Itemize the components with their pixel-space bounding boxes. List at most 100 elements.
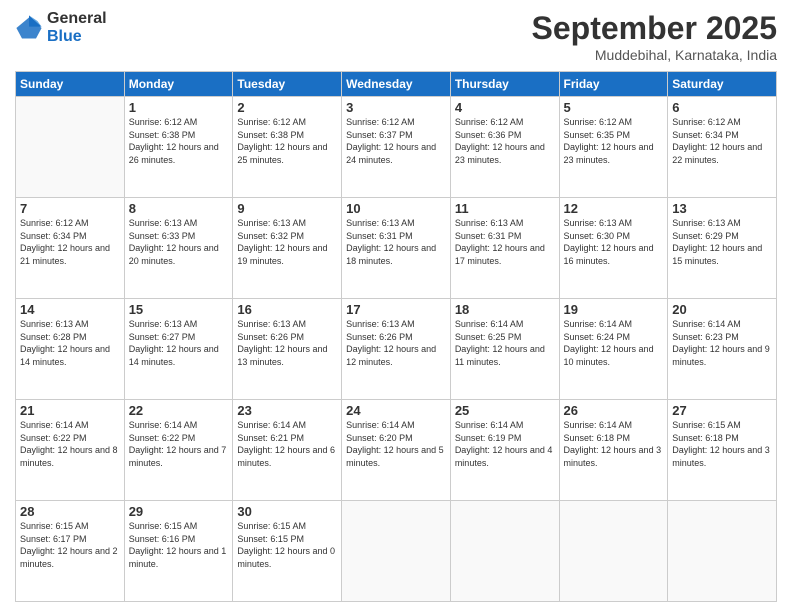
day-number: 16 [237, 302, 337, 317]
day-number: 12 [564, 201, 664, 216]
day-number: 7 [20, 201, 120, 216]
day-number: 9 [237, 201, 337, 216]
table-cell: 19Sunrise: 6:14 AMSunset: 6:24 PMDayligh… [559, 299, 668, 400]
logo-blue-text: Blue [47, 28, 107, 46]
table-cell: 3Sunrise: 6:12 AMSunset: 6:37 PMDaylight… [342, 97, 451, 198]
day-info: Sunrise: 6:14 AMSunset: 6:18 PMDaylight:… [564, 419, 664, 469]
table-cell: 21Sunrise: 6:14 AMSunset: 6:22 PMDayligh… [16, 400, 125, 501]
day-info: Sunrise: 6:15 AMSunset: 6:18 PMDaylight:… [672, 419, 772, 469]
table-cell: 9Sunrise: 6:13 AMSunset: 6:32 PMDaylight… [233, 198, 342, 299]
day-info: Sunrise: 6:12 AMSunset: 6:38 PMDaylight:… [237, 116, 337, 166]
table-cell: 5Sunrise: 6:12 AMSunset: 6:35 PMDaylight… [559, 97, 668, 198]
logo-general-text: General [47, 10, 107, 28]
table-cell: 8Sunrise: 6:13 AMSunset: 6:33 PMDaylight… [124, 198, 233, 299]
day-info: Sunrise: 6:13 AMSunset: 6:31 PMDaylight:… [455, 217, 555, 267]
day-number: 21 [20, 403, 120, 418]
day-info: Sunrise: 6:14 AMSunset: 6:22 PMDaylight:… [20, 419, 120, 469]
day-info: Sunrise: 6:13 AMSunset: 6:29 PMDaylight:… [672, 217, 772, 267]
day-info: Sunrise: 6:14 AMSunset: 6:24 PMDaylight:… [564, 318, 664, 368]
day-info: Sunrise: 6:13 AMSunset: 6:30 PMDaylight:… [564, 217, 664, 267]
day-info: Sunrise: 6:12 AMSunset: 6:38 PMDaylight:… [129, 116, 229, 166]
day-number: 14 [20, 302, 120, 317]
day-number: 26 [564, 403, 664, 418]
table-cell: 22Sunrise: 6:14 AMSunset: 6:22 PMDayligh… [124, 400, 233, 501]
day-number: 13 [672, 201, 772, 216]
table-cell: 1Sunrise: 6:12 AMSunset: 6:38 PMDaylight… [124, 97, 233, 198]
location-text: Muddebihal, Karnataka, India [532, 47, 777, 63]
header-saturday: Saturday [668, 72, 777, 97]
week-row-2: 7Sunrise: 6:12 AMSunset: 6:34 PMDaylight… [16, 198, 777, 299]
day-number: 19 [564, 302, 664, 317]
week-row-3: 14Sunrise: 6:13 AMSunset: 6:28 PMDayligh… [16, 299, 777, 400]
day-info: Sunrise: 6:14 AMSunset: 6:23 PMDaylight:… [672, 318, 772, 368]
logo: General Blue [15, 10, 107, 45]
day-info: Sunrise: 6:12 AMSunset: 6:37 PMDaylight:… [346, 116, 446, 166]
day-info: Sunrise: 6:13 AMSunset: 6:31 PMDaylight:… [346, 217, 446, 267]
logo-text: General Blue [47, 10, 107, 45]
table-cell [16, 97, 125, 198]
day-info: Sunrise: 6:14 AMSunset: 6:25 PMDaylight:… [455, 318, 555, 368]
day-info: Sunrise: 6:14 AMSunset: 6:19 PMDaylight:… [455, 419, 555, 469]
table-cell: 23Sunrise: 6:14 AMSunset: 6:21 PMDayligh… [233, 400, 342, 501]
table-cell: 16Sunrise: 6:13 AMSunset: 6:26 PMDayligh… [233, 299, 342, 400]
header-sunday: Sunday [16, 72, 125, 97]
header-friday: Friday [559, 72, 668, 97]
calendar-table: Sunday Monday Tuesday Wednesday Thursday… [15, 71, 777, 602]
day-number: 5 [564, 100, 664, 115]
table-cell: 29Sunrise: 6:15 AMSunset: 6:16 PMDayligh… [124, 501, 233, 602]
table-cell [668, 501, 777, 602]
day-number: 25 [455, 403, 555, 418]
day-number: 1 [129, 100, 229, 115]
table-cell: 20Sunrise: 6:14 AMSunset: 6:23 PMDayligh… [668, 299, 777, 400]
table-cell: 2Sunrise: 6:12 AMSunset: 6:38 PMDaylight… [233, 97, 342, 198]
day-info: Sunrise: 6:13 AMSunset: 6:32 PMDaylight:… [237, 217, 337, 267]
table-cell [342, 501, 451, 602]
table-cell: 14Sunrise: 6:13 AMSunset: 6:28 PMDayligh… [16, 299, 125, 400]
table-cell: 18Sunrise: 6:14 AMSunset: 6:25 PMDayligh… [450, 299, 559, 400]
day-number: 11 [455, 201, 555, 216]
table-cell [559, 501, 668, 602]
logo-icon [15, 14, 43, 42]
day-info: Sunrise: 6:15 AMSunset: 6:16 PMDaylight:… [129, 520, 229, 570]
day-number: 10 [346, 201, 446, 216]
day-info: Sunrise: 6:13 AMSunset: 6:26 PMDaylight:… [237, 318, 337, 368]
week-row-1: 1Sunrise: 6:12 AMSunset: 6:38 PMDaylight… [16, 97, 777, 198]
day-number: 6 [672, 100, 772, 115]
weekday-header-row: Sunday Monday Tuesday Wednesday Thursday… [16, 72, 777, 97]
day-number: 27 [672, 403, 772, 418]
table-cell: 11Sunrise: 6:13 AMSunset: 6:31 PMDayligh… [450, 198, 559, 299]
table-cell: 12Sunrise: 6:13 AMSunset: 6:30 PMDayligh… [559, 198, 668, 299]
page-header: General Blue September 2025 Muddebihal, … [15, 10, 777, 63]
day-number: 30 [237, 504, 337, 519]
table-cell: 25Sunrise: 6:14 AMSunset: 6:19 PMDayligh… [450, 400, 559, 501]
day-info: Sunrise: 6:13 AMSunset: 6:28 PMDaylight:… [20, 318, 120, 368]
table-cell: 4Sunrise: 6:12 AMSunset: 6:36 PMDaylight… [450, 97, 559, 198]
table-cell [450, 501, 559, 602]
day-number: 22 [129, 403, 229, 418]
table-cell: 27Sunrise: 6:15 AMSunset: 6:18 PMDayligh… [668, 400, 777, 501]
week-row-4: 21Sunrise: 6:14 AMSunset: 6:22 PMDayligh… [16, 400, 777, 501]
table-cell: 26Sunrise: 6:14 AMSunset: 6:18 PMDayligh… [559, 400, 668, 501]
table-cell: 7Sunrise: 6:12 AMSunset: 6:34 PMDaylight… [16, 198, 125, 299]
month-title: September 2025 [532, 10, 777, 47]
day-number: 8 [129, 201, 229, 216]
table-cell: 15Sunrise: 6:13 AMSunset: 6:27 PMDayligh… [124, 299, 233, 400]
table-cell: 28Sunrise: 6:15 AMSunset: 6:17 PMDayligh… [16, 501, 125, 602]
table-cell: 6Sunrise: 6:12 AMSunset: 6:34 PMDaylight… [668, 97, 777, 198]
day-number: 29 [129, 504, 229, 519]
day-info: Sunrise: 6:15 AMSunset: 6:15 PMDaylight:… [237, 520, 337, 570]
day-number: 4 [455, 100, 555, 115]
table-cell: 30Sunrise: 6:15 AMSunset: 6:15 PMDayligh… [233, 501, 342, 602]
day-number: 17 [346, 302, 446, 317]
day-info: Sunrise: 6:12 AMSunset: 6:34 PMDaylight:… [672, 116, 772, 166]
day-info: Sunrise: 6:14 AMSunset: 6:21 PMDaylight:… [237, 419, 337, 469]
day-number: 2 [237, 100, 337, 115]
day-number: 28 [20, 504, 120, 519]
day-info: Sunrise: 6:12 AMSunset: 6:35 PMDaylight:… [564, 116, 664, 166]
day-info: Sunrise: 6:14 AMSunset: 6:22 PMDaylight:… [129, 419, 229, 469]
day-number: 3 [346, 100, 446, 115]
header-wednesday: Wednesday [342, 72, 451, 97]
table-cell: 10Sunrise: 6:13 AMSunset: 6:31 PMDayligh… [342, 198, 451, 299]
header-monday: Monday [124, 72, 233, 97]
header-tuesday: Tuesday [233, 72, 342, 97]
